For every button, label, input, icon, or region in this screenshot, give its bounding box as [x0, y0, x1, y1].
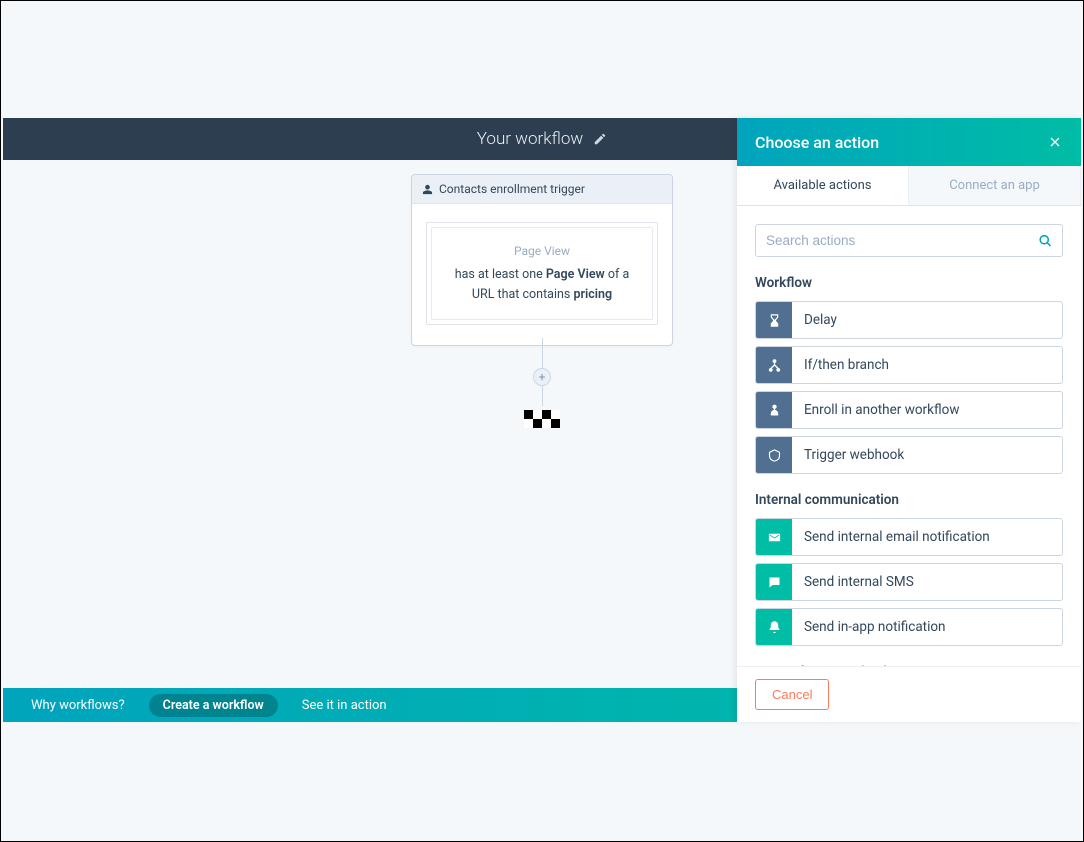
search-icon[interactable] [1038, 233, 1053, 248]
action-delay[interactable]: Delay [755, 301, 1063, 339]
close-icon[interactable] [1047, 134, 1063, 150]
panel-header: Choose an action [737, 118, 1081, 166]
footer-why[interactable]: Why workflows? [31, 698, 125, 713]
person-icon [422, 184, 433, 195]
edit-title-icon[interactable] [593, 132, 607, 146]
trigger-badge: Page View [442, 242, 642, 261]
tab-connect-app[interactable]: Connect an app [909, 166, 1081, 205]
branch-icon [756, 347, 792, 383]
add-action-node[interactable]: + [533, 368, 551, 386]
trigger-header-text: Contacts enrollment trigger [439, 182, 585, 196]
section-workflow: Workflow [755, 275, 1063, 291]
action-panel: Choose an action Available actions Conne… [737, 118, 1081, 722]
action-webhook[interactable]: Trigger webhook [755, 436, 1063, 474]
enrollment-trigger-card[interactable]: Contacts enrollment trigger Page View ha… [411, 174, 673, 346]
tab-available-actions[interactable]: Available actions [737, 166, 909, 205]
trigger-card-header: Contacts enrollment trigger [412, 175, 672, 204]
trigger-condition: Page View has at least one Page View of … [431, 227, 653, 320]
action-in-app-notification[interactable]: Send in-app notification [755, 608, 1063, 646]
search-input[interactable] [755, 224, 1063, 257]
action-internal-email[interactable]: Send internal email notification [755, 518, 1063, 556]
footer-see[interactable]: See it in action [302, 698, 387, 713]
action-internal-sms[interactable]: Send internal SMS [755, 563, 1063, 601]
cancel-button[interactable]: Cancel [755, 679, 829, 710]
action-branch[interactable]: If/then branch [755, 346, 1063, 384]
section-internal: Internal communication [755, 492, 1063, 508]
webhook-icon [756, 437, 792, 473]
sms-icon [756, 564, 792, 600]
panel-tabs: Available actions Connect an app [737, 166, 1081, 206]
enroll-icon [756, 392, 792, 428]
panel-footer: Cancel [737, 666, 1081, 722]
search-actions-wrap [755, 224, 1063, 257]
action-enroll[interactable]: Enroll in another workflow [755, 391, 1063, 429]
hourglass-icon [756, 302, 792, 338]
workflow-end-marker [524, 410, 560, 428]
footer-create[interactable]: Create a workflow [149, 694, 278, 717]
bell-icon [756, 609, 792, 645]
panel-title: Choose an action [755, 133, 879, 152]
mail-icon [756, 519, 792, 555]
workflow-title: Your workflow [477, 129, 583, 149]
